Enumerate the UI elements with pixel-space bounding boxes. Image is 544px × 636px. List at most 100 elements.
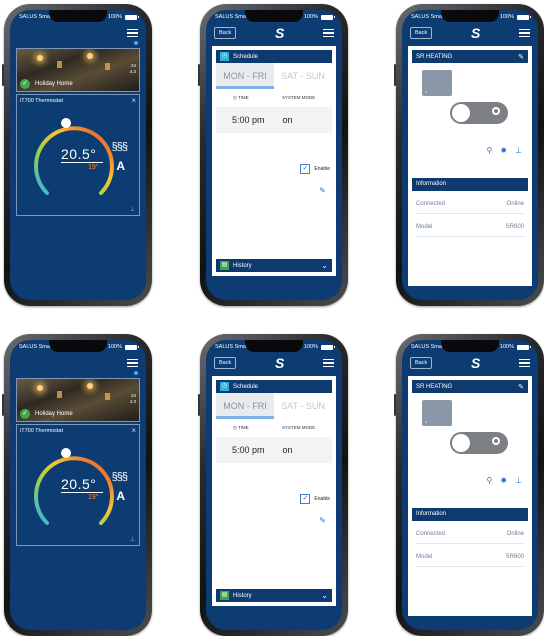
house-temp: 24 4.3: [129, 63, 136, 74]
battery-icon: [321, 14, 335, 20]
schedule-mode: on: [282, 115, 293, 125]
schedule-header[interactable]: ◷ Schedule: [216, 50, 332, 63]
enable-control[interactable]: ✓ Enable: [300, 164, 330, 174]
auto-mode-icon[interactable]: A: [116, 159, 125, 173]
heating-icon: §§§: [111, 471, 128, 483]
schedule-screen: SALUS Smart Home◠ 100% Back S ◷ Schedule…: [206, 10, 342, 300]
battery-pct: 100%: [499, 14, 514, 20]
device-header: SR HEATING ✎: [412, 380, 528, 393]
enable-checkbox[interactable]: ✓: [300, 164, 311, 174]
device-screen: SALUS Smart Home◠ 100% Back S SR HEATING…: [402, 340, 538, 630]
edit-icon[interactable]: ✎: [518, 383, 524, 391]
schedule-header[interactable]: ◷ Schedule: [216, 380, 332, 393]
notch: [245, 340, 303, 352]
close-icon[interactable]: ×: [131, 426, 136, 435]
enable-label: Enable: [314, 166, 330, 172]
time-column-header: ◷ TIME: [232, 425, 249, 430]
chevron-down-icon[interactable]: ⌄: [321, 261, 328, 270]
device-image: [422, 70, 452, 96]
set-temperature: 19°: [88, 164, 99, 171]
edit-icon[interactable]: ✎: [319, 516, 326, 525]
navbar: Back S: [402, 24, 538, 42]
current-temperature: 20.5°: [61, 476, 97, 492]
menu-icon[interactable]: [127, 29, 138, 37]
enable-control[interactable]: ✓ Enable: [300, 494, 330, 504]
history-bar[interactable]: ▤ History ⌄: [216, 589, 332, 602]
enable-label: Enable: [314, 496, 330, 502]
house-card[interactable]: 24 4.3 ✓ Holiday Home: [16, 378, 140, 422]
pin-icon[interactable]: ⊥: [130, 536, 135, 543]
heating-icon: §§§: [111, 141, 128, 153]
temp-divider: [61, 162, 103, 163]
search-icon[interactable]: ⚲: [486, 146, 492, 155]
back-button[interactable]: Back: [410, 357, 433, 369]
tab-mon-fri[interactable]: MON - FRI: [216, 393, 274, 419]
schedule-row[interactable]: 5:00 pm on: [216, 107, 332, 133]
power-toggle[interactable]: [450, 432, 508, 454]
notch: [441, 10, 499, 22]
schedule-time: 5:00 pm: [232, 115, 265, 125]
back-button[interactable]: Back: [214, 27, 237, 39]
edit-icon[interactable]: ✎: [518, 53, 524, 61]
menu-icon[interactable]: [127, 359, 138, 367]
device-header: SR HEATING ✎: [412, 50, 528, 63]
info-row: Model SR600: [416, 224, 524, 237]
gear-icon[interactable]: ✹: [500, 146, 507, 155]
menu-icon[interactable]: [322, 359, 334, 367]
device-panel: SR HEATING ✎ ⚲ ✹ ⊥ Information Connected…: [408, 46, 532, 286]
house-label: Holiday Home: [35, 81, 73, 87]
notch: [245, 10, 303, 22]
edit-icon[interactable]: ✎: [319, 186, 326, 195]
menu-icon[interactable]: [518, 359, 530, 367]
notification-dot: [134, 41, 138, 45]
device-screen: SALUS Smart Home◠ 100% Back S SR HEATING…: [402, 10, 538, 300]
back-button[interactable]: Back: [214, 357, 237, 369]
history-bar[interactable]: ▤ History ⌄: [216, 259, 332, 272]
gear-icon[interactable]: ✹: [500, 476, 507, 485]
battery-pct: 100%: [107, 344, 122, 350]
pin-icon[interactable]: ⊥: [515, 476, 522, 485]
thermostat-card[interactable]: iT700 Thermostat × 20.5° 19° §§§ A ⊥: [16, 94, 140, 216]
salus-logo: S: [470, 355, 481, 371]
phone-home: SALUS Smart Home◠ 100% 244.3 ✓ Holiday H…: [2, 4, 152, 306]
auto-mode-icon[interactable]: A: [116, 489, 125, 503]
battery-pct: 100%: [303, 344, 318, 350]
close-icon[interactable]: ×: [131, 96, 136, 105]
check-icon: ✓: [20, 409, 30, 419]
tab-mon-fri[interactable]: MON - FRI: [216, 63, 274, 89]
menu-icon[interactable]: [518, 29, 530, 37]
info-row: Connected Online: [416, 531, 524, 544]
schedule-screen: SALUS Smart Home◠ 100% Back S ◷ Schedule…: [206, 340, 342, 630]
battery-icon: [517, 14, 531, 20]
pin-icon[interactable]: ⊥: [515, 146, 522, 155]
schedule-panel: ◷ Schedule MON - FRI SAT - SUN ◷ TIME SY…: [212, 376, 336, 606]
information-header: Information: [412, 508, 528, 521]
salus-logo: S: [470, 25, 481, 41]
search-icon[interactable]: ⚲: [486, 476, 492, 485]
history-label: History: [233, 592, 252, 599]
thermostat-card[interactable]: iT700 Thermostat × 20.5° 19° §§§ A ⊥: [16, 424, 140, 546]
navbar: Back S: [206, 24, 342, 42]
device-panel: SR HEATING ✎ ⚲ ✹ ⊥ Information Connected…: [408, 376, 532, 616]
power-toggle[interactable]: [450, 102, 508, 124]
mode-column-header: SYSTEM MODE: [282, 95, 316, 100]
schedule-title: Schedule: [233, 53, 259, 60]
house-card[interactable]: 24 4.3 ✓ Holiday Home: [16, 48, 140, 92]
battery-icon: [517, 344, 531, 350]
tab-sat-sun[interactable]: SAT - SUN: [274, 71, 332, 81]
menu-icon[interactable]: [322, 29, 334, 37]
tab-sat-sun[interactable]: SAT - SUN: [274, 401, 332, 411]
chevron-down-icon[interactable]: ⌄: [321, 591, 328, 600]
enable-checkbox[interactable]: ✓: [300, 494, 311, 504]
battery-icon: [125, 344, 139, 350]
thermostat-title: iT700 Thermostat: [20, 98, 64, 104]
schedule-row[interactable]: 5:00 pm on: [216, 437, 332, 463]
history-label: History: [233, 262, 252, 269]
schedule-mode: on: [282, 445, 293, 455]
battery-icon: [321, 344, 335, 350]
salus-logo: S: [274, 25, 285, 41]
battery-pct: 100%: [499, 344, 514, 350]
battery-icon: [125, 14, 139, 20]
pin-icon[interactable]: ⊥: [130, 206, 135, 213]
back-button[interactable]: Back: [410, 27, 433, 39]
